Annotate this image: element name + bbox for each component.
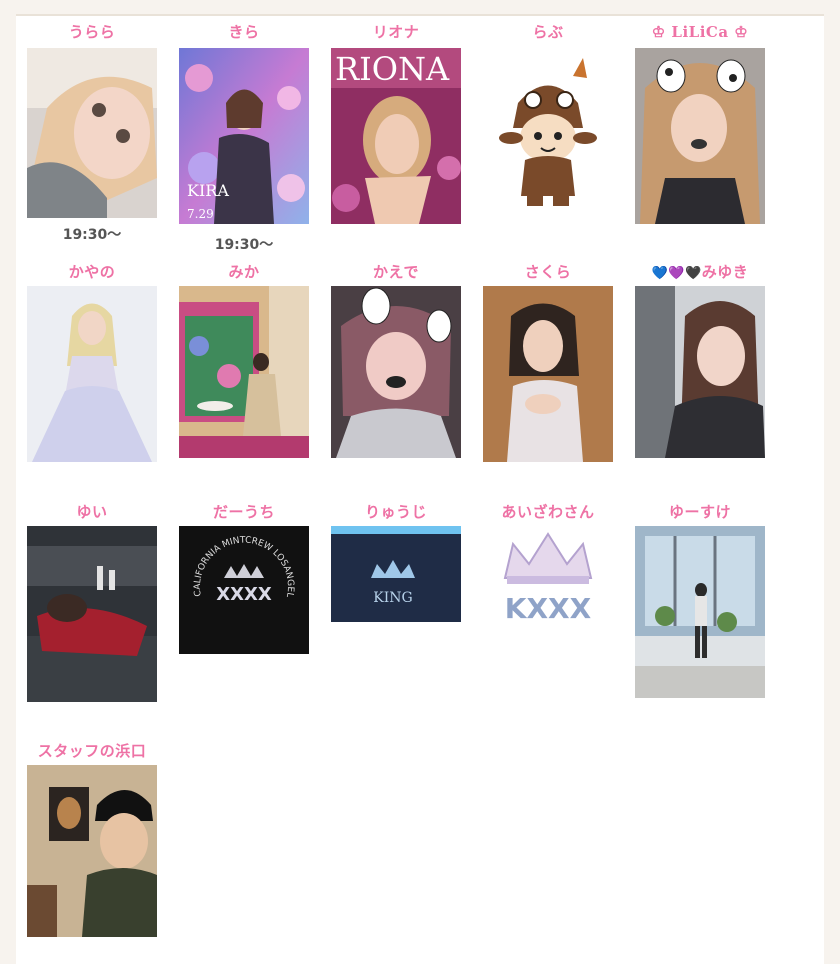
- cast-card[interactable]: さくら: [483, 262, 613, 462]
- cast-name-text: みゆき: [701, 263, 749, 281]
- cast-name: さくら: [524, 263, 572, 281]
- cast-name: ゆい: [76, 503, 108, 521]
- cast-card[interactable]: ゆい: [27, 502, 157, 702]
- purple-heart-icon: 💜: [668, 266, 686, 281]
- cast-card[interactable]: あいざわさん KXXX: [483, 502, 613, 626]
- cast-card[interactable]: ゆーすけ: [635, 502, 765, 698]
- poster-text: KIRA: [187, 181, 229, 200]
- cast-card[interactable]: ♔ LiLiCa ♔: [635, 22, 765, 224]
- cast-card[interactable]: きら KIRA 7.29 19:30〜: [179, 22, 309, 253]
- cast-name: ゆーすけ: [668, 503, 731, 521]
- cast-card[interactable]: うらら 19:30〜: [27, 22, 157, 243]
- poster-text: RIONA: [335, 50, 450, 88]
- cast-photo[interactable]: [635, 526, 765, 698]
- divider: [16, 14, 824, 16]
- cast-name: リオナ: [372, 23, 420, 41]
- cast-card[interactable]: だーうち CALIFORNIA MINTCREW LOSANGELES XXXX: [179, 502, 309, 654]
- cast-photo[interactable]: [179, 286, 309, 458]
- cast-card[interactable]: スタッフの浜口: [27, 741, 157, 937]
- cast-name: りゅうじ: [364, 503, 427, 521]
- logo-text: KING: [373, 590, 412, 606]
- cast-photo[interactable]: [27, 526, 157, 702]
- cast-photo[interactable]: [635, 48, 765, 224]
- cast-photo[interactable]: [483, 286, 613, 462]
- cast-card[interactable]: りゅうじ KING: [331, 502, 461, 622]
- cast-photo[interactable]: [27, 286, 157, 462]
- cast-name: うらら: [68, 23, 116, 41]
- cast-name: ♔ LiLiCa ♔: [651, 23, 749, 41]
- cast-name: かやの: [68, 263, 116, 281]
- cast-card[interactable]: リオナ RIONA: [331, 22, 461, 224]
- cast-card[interactable]: みか: [179, 262, 309, 458]
- cast-list-panel: うらら 19:30〜 きら KIRA 7.29 19:30〜 リオナ RIONA…: [16, 14, 824, 964]
- logo-text: KXXX: [505, 592, 592, 625]
- cast-name: きら: [228, 23, 260, 41]
- cast-photo[interactable]: RIONA: [331, 48, 461, 224]
- shirt-text: XXXX: [216, 584, 272, 605]
- cast-time: 19:30〜: [214, 237, 274, 253]
- cast-photo[interactable]: KIRA 7.29: [179, 48, 309, 224]
- cast-time: 19:30〜: [62, 227, 122, 243]
- cast-name: だーうち: [212, 503, 275, 521]
- cast-photo[interactable]: [331, 286, 461, 458]
- black-heart-icon: 🖤: [685, 266, 702, 281]
- cast-name: 💙💜🖤みゆき: [635, 262, 765, 282]
- blue-heart-icon: 💙: [651, 266, 669, 281]
- cast-photo[interactable]: [635, 286, 765, 458]
- cast-photo[interactable]: CALIFORNIA MINTCREW LOSANGELES XXXX: [179, 526, 309, 654]
- cast-card[interactable]: かやの: [27, 262, 157, 462]
- crown-logo[interactable]: KXXX: [483, 526, 613, 626]
- cast-photo[interactable]: KING: [331, 526, 461, 622]
- cast-name: らぶ: [532, 23, 564, 41]
- cast-card[interactable]: らぶ: [483, 22, 613, 224]
- cast-photo[interactable]: [27, 48, 157, 218]
- cast-name: かえで: [372, 263, 420, 281]
- mascot-photo[interactable]: [483, 48, 613, 224]
- cast-name: スタッフの浜口: [37, 742, 147, 760]
- poster-date: 7.29: [187, 207, 214, 221]
- cast-card[interactable]: かえで: [331, 262, 461, 458]
- cast-name: あいざわさん: [501, 503, 595, 521]
- cast-card[interactable]: 💙💜🖤みゆき: [635, 262, 765, 458]
- staff-photo[interactable]: [27, 765, 157, 937]
- cast-name: みか: [228, 263, 260, 281]
